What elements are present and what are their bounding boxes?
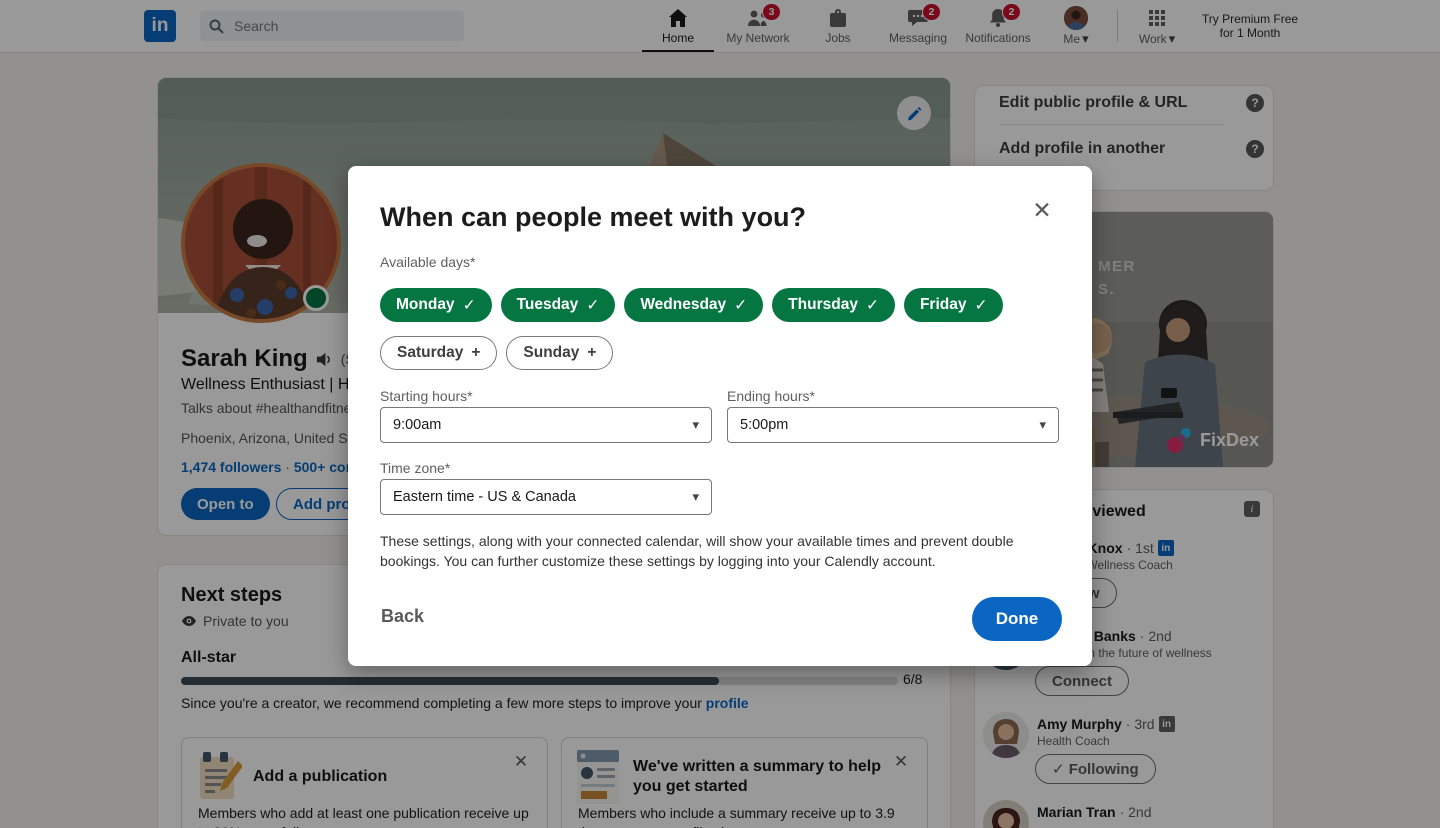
chevron-down-icon: ▾ — [1039, 417, 1046, 433]
timezone-label: Time zone* — [380, 460, 450, 476]
day-pill-saturday[interactable]: Saturday+ — [380, 336, 497, 370]
check-icon: ✓ — [866, 296, 879, 315]
ending-hours-select[interactable]: 5:00pm ▾ — [727, 407, 1059, 443]
check-icon: ✓ — [463, 296, 476, 315]
plus-icon: + — [471, 344, 480, 362]
ending-hours-value: 5:00pm — [740, 417, 788, 433]
unselected-days-row: Saturday+ Sunday+ — [380, 336, 613, 370]
chevron-down-icon: ▾ — [692, 489, 699, 505]
check-icon: ✓ — [586, 296, 599, 315]
ending-hours-label: Ending hours* — [727, 388, 815, 404]
selected-days-row: Monday✓ Tuesday✓ Wednesday✓ Thursday✓ Fr… — [380, 288, 1003, 322]
day-pill-tuesday[interactable]: Tuesday✓ — [501, 288, 616, 322]
linkedin-profile-page: in Home 3 My Network Jobs 2 Messaging 2 … — [0, 0, 1440, 828]
back-button[interactable]: Back — [381, 606, 424, 627]
meeting-availability-modal: When can people meet with you? ✕ Availab… — [348, 166, 1092, 666]
check-icon: ✓ — [734, 296, 747, 315]
day-pill-wednesday[interactable]: Wednesday✓ — [624, 288, 763, 322]
day-pill-thursday[interactable]: Thursday✓ — [772, 288, 895, 322]
close-icon[interactable]: ✕ — [1024, 192, 1060, 228]
modal-title: When can people meet with you? — [380, 202, 806, 233]
day-pill-friday[interactable]: Friday✓ — [904, 288, 1004, 322]
timezone-select[interactable]: Eastern time - US & Canada ▾ — [380, 479, 712, 515]
day-pill-monday[interactable]: Monday✓ — [380, 288, 492, 322]
starting-hours-label: Starting hours* — [380, 388, 473, 404]
day-pill-sunday[interactable]: Sunday+ — [506, 336, 613, 370]
starting-hours-select[interactable]: 9:00am ▾ — [380, 407, 712, 443]
settings-description: These settings, along with your connecte… — [380, 531, 1028, 571]
available-days-label: Available days* — [380, 254, 475, 270]
plus-icon: + — [587, 344, 596, 362]
chevron-down-icon: ▾ — [692, 417, 699, 433]
timezone-value: Eastern time - US & Canada — [393, 489, 576, 505]
check-icon: ✓ — [974, 296, 987, 315]
starting-hours-value: 9:00am — [393, 417, 441, 433]
done-button[interactable]: Done — [972, 597, 1062, 641]
